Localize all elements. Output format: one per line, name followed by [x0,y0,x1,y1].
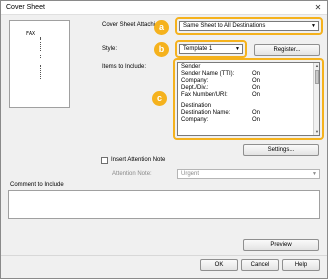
callout-badge-b: b [154,42,169,57]
attention-note-select[interactable]: Urgent ▼ [177,169,320,179]
callout-ring-b [175,40,247,58]
callout-ring-a [175,17,323,35]
preview-button[interactable]: Preview [243,239,319,251]
comment-label: Comment to Include [10,182,64,188]
attention-note-label: Attention Note: [112,171,152,177]
close-icon[interactable]: ✕ [313,3,323,12]
insert-attention-note-checkbox[interactable] [101,157,108,164]
footer-divider [1,255,327,256]
preview-dot [40,37,41,39]
cancel-button[interactable]: Cancel [241,259,279,271]
callout-ring-c [173,58,324,140]
items-to-include-label: Items to Include: [102,64,147,70]
ok-button[interactable]: OK [200,259,238,271]
cover-sheet-dialog: Cover Sheet ✕ FAX Cover Sheet Attachi Sa… [0,0,328,279]
style-label: Style: [102,46,118,52]
preview-dot [40,55,41,58]
preview-page: FAX [26,31,56,97]
comment-input[interactable] [8,190,320,219]
title-bar: Cover Sheet ✕ [1,1,327,15]
preview-fax-text: FAX [26,31,36,37]
insert-attention-note-label: Insert Attention Note [111,157,166,163]
preview-dotline [40,42,41,51]
register-button[interactable]: Register... [254,44,320,56]
callout-badge-c: c [152,91,167,106]
preview-dotline [40,65,41,79]
window-title: Cover Sheet [6,4,45,11]
attention-note-value: Urgent [181,171,200,177]
chevron-down-icon: ▼ [312,171,317,177]
help-button[interactable]: Help [282,259,320,271]
settings-button[interactable]: Settings... [243,144,319,156]
cover-sheet-preview: FAX [9,20,70,108]
callout-badge-a: a [154,20,169,35]
cover-sheet-attachment-label: Cover Sheet Attachi [102,22,156,28]
